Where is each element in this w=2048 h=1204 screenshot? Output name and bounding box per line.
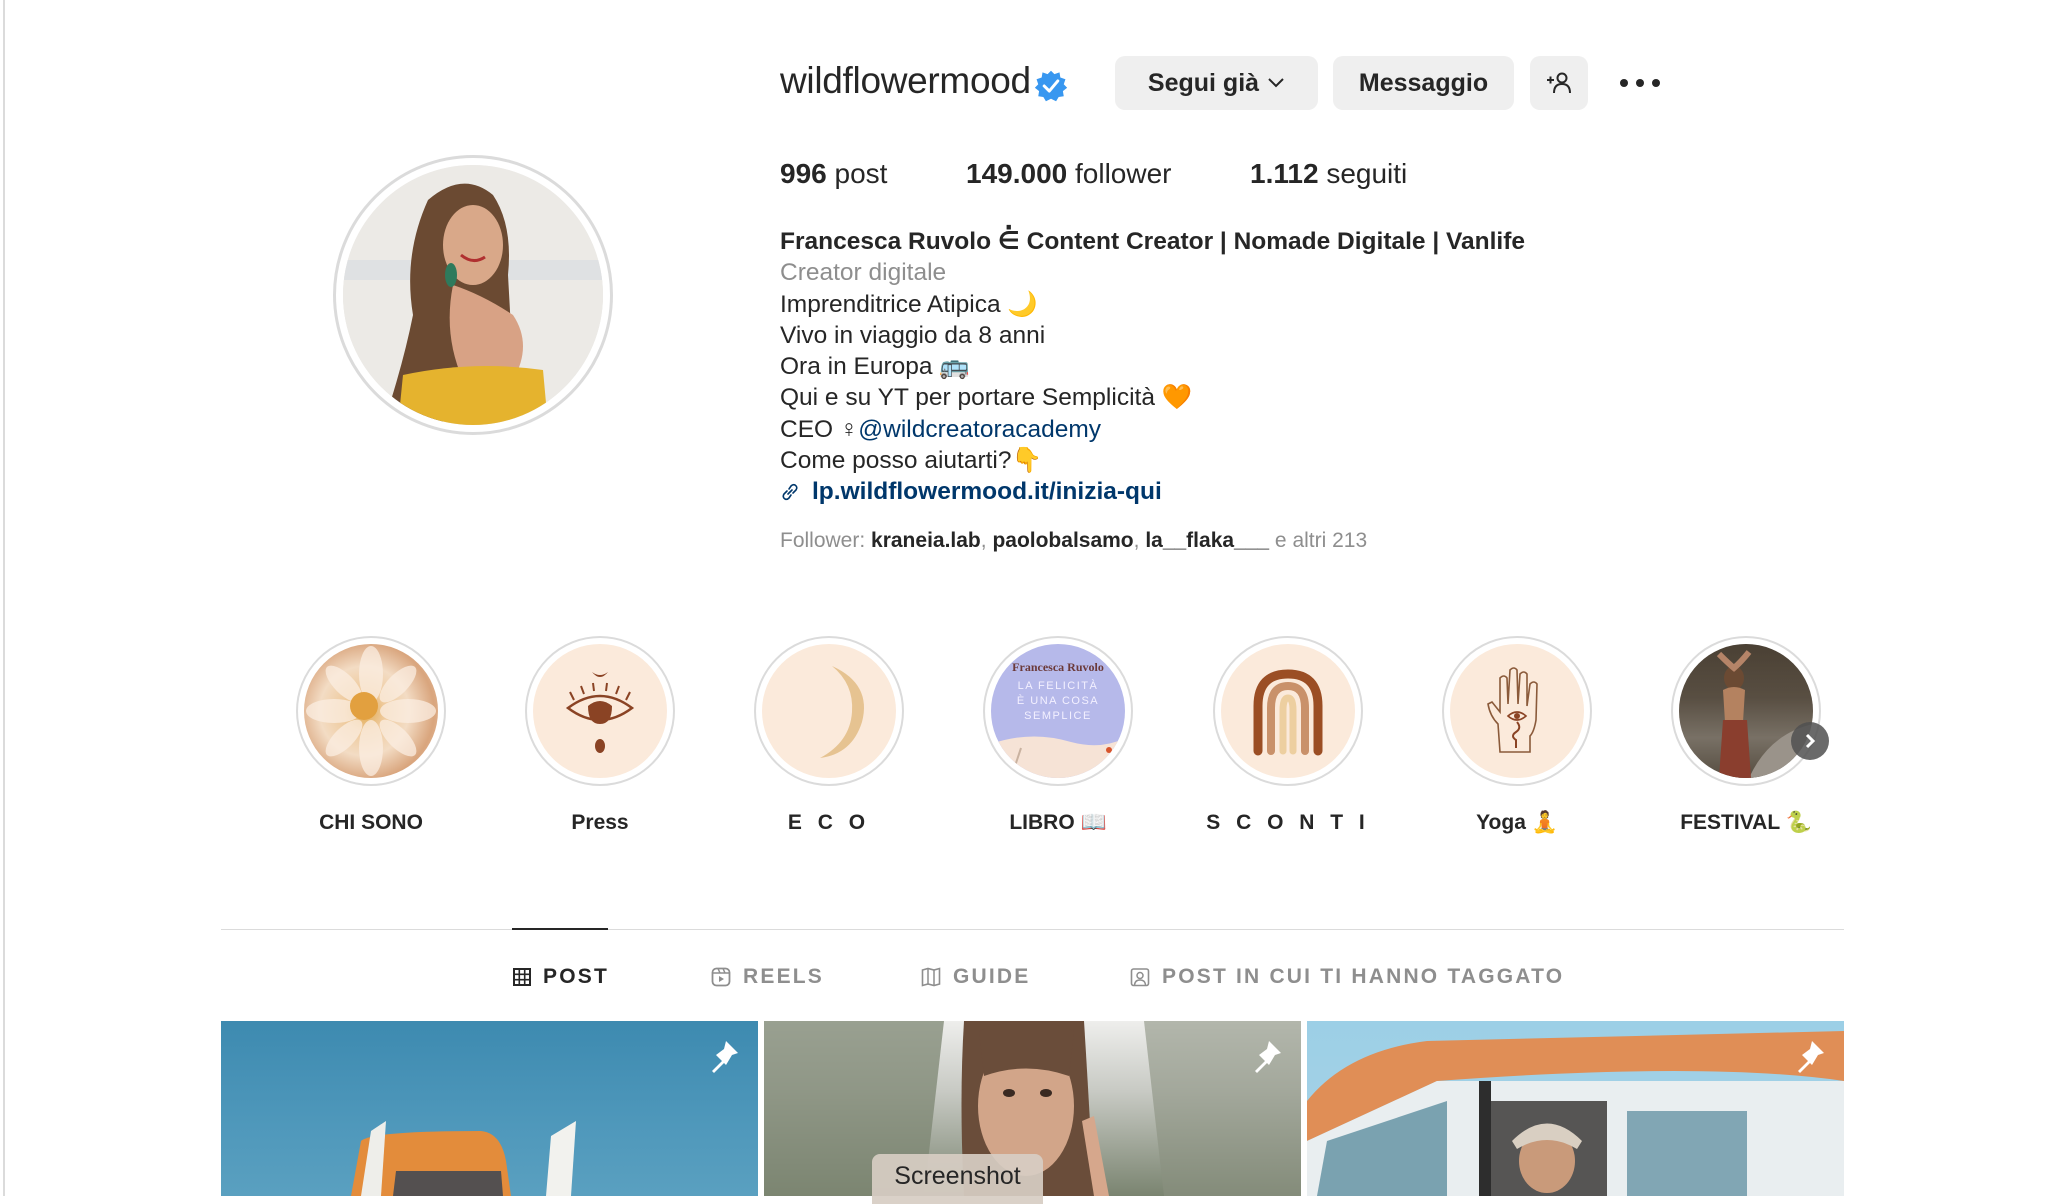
posts-count-value: 996 bbox=[780, 158, 827, 189]
message-label: Messaggio bbox=[1358, 68, 1489, 97]
post-tile[interactable] bbox=[221, 1021, 758, 1196]
highlight-label: FESTIVAL 🐍 bbox=[1680, 811, 1812, 834]
dot bbox=[1652, 79, 1660, 87]
tab-label: GUIDE bbox=[953, 965, 1031, 988]
highlights-next-button[interactable] bbox=[1791, 722, 1829, 760]
window-edge bbox=[3, 0, 5, 1196]
book-cover-title: LA FELICITÀ È UNA COSA SEMPLICE bbox=[1016, 680, 1100, 722]
category: Creator digitale bbox=[780, 259, 947, 287]
guide-icon bbox=[921, 967, 941, 987]
external-link[interactable]: lp.wildflowermood.it/inizia-qui bbox=[812, 476, 1162, 507]
followers-count-label: follower bbox=[1075, 158, 1172, 189]
follower-user[interactable]: la__flaka___ bbox=[1145, 529, 1269, 552]
highlight-label: LIBRO 📖 bbox=[1009, 811, 1107, 834]
bio-line: Imprenditrice Atipica 🌙 bbox=[780, 290, 1038, 318]
post-image bbox=[351, 1121, 576, 1196]
hamsa-hand-icon bbox=[1487, 667, 1538, 753]
tab-label: POST bbox=[543, 965, 609, 988]
followed-by-suffix: e altri 213 bbox=[1269, 529, 1368, 552]
highlight-eco[interactable]: E C O bbox=[729, 636, 929, 835]
festival-photo bbox=[1679, 644, 1813, 778]
bio-line: Qui e su YT per portare Semplicità 🧡 bbox=[780, 384, 1193, 412]
grid-icon bbox=[513, 968, 531, 986]
highlight-libro[interactable]: Francesca Ruvolo LA FELICITÀ È UNA COSA … bbox=[958, 636, 1158, 835]
more-options-button[interactable] bbox=[1620, 70, 1660, 96]
tab-tagged[interactable]: POST IN CUI TI HANNO TAGGATO bbox=[1130, 962, 1564, 992]
following-label: Segui già bbox=[1147, 68, 1260, 97]
posts-count: 996 post bbox=[780, 158, 887, 190]
add-person-icon bbox=[1547, 72, 1571, 94]
post-tile[interactable] bbox=[1307, 1021, 1844, 1196]
following-link[interactable]: 1.112 seguiti bbox=[1250, 158, 1407, 190]
bio: Francesca Ruvolo ⋵ Content Creator | Nom… bbox=[780, 226, 1525, 508]
active-tab-indicator bbox=[512, 928, 608, 930]
follower-user[interactable]: kraneia.lab bbox=[871, 529, 981, 552]
tab-post[interactable]: POST bbox=[513, 962, 609, 992]
pinned-icon bbox=[1798, 1041, 1824, 1073]
highlight-press[interactable]: Press bbox=[500, 636, 700, 835]
followers-link[interactable]: 149.000 follower bbox=[966, 158, 1171, 190]
tabs-divider bbox=[221, 929, 1844, 930]
highlight-label: E C O bbox=[787, 811, 871, 834]
full-name: Francesca Ruvolo ⋵ Content Creator | Nom… bbox=[780, 228, 1525, 255]
tagged-icon bbox=[1130, 968, 1150, 987]
tab-guide[interactable]: GUIDE bbox=[921, 962, 1031, 992]
tab-label: REELS bbox=[743, 965, 825, 988]
book-cover-author: Francesca Ruvolo bbox=[1012, 660, 1104, 674]
highlight-label: Press bbox=[571, 811, 629, 834]
tab-label: POST IN CUI TI HANNO TAGGATO bbox=[1162, 965, 1565, 988]
highlight-label: CHI SONO bbox=[319, 811, 423, 834]
chevron-down-icon bbox=[1268, 78, 1284, 88]
post-image bbox=[1307, 1031, 1844, 1196]
highlight-label: Yoga 🧘 bbox=[1476, 811, 1558, 834]
external-link-row[interactable]: lp.wildflowermood.it/inizia-qui bbox=[780, 476, 1525, 507]
ceo-prefix: CEO ♀ bbox=[780, 415, 859, 443]
suggest-accounts-button[interactable] bbox=[1530, 56, 1588, 110]
highlight-sconti[interactable]: S C O N T I bbox=[1188, 636, 1388, 835]
followed-by[interactable]: Follower: kraneia.lab, paolobalsamo, la_… bbox=[780, 529, 1367, 553]
avatar-photo bbox=[343, 165, 603, 425]
highlight-label: S C O N T I bbox=[1206, 811, 1370, 834]
followed-by-prefix: Follower: bbox=[780, 529, 872, 552]
verified-badge-icon bbox=[1034, 70, 1068, 102]
bio-line: Vivo in viaggio da 8 anni bbox=[780, 321, 1046, 349]
link-icon bbox=[782, 483, 798, 501]
chevron-right-icon bbox=[1805, 733, 1816, 749]
message-button[interactable]: Messaggio bbox=[1333, 56, 1514, 110]
profile-avatar[interactable] bbox=[333, 155, 613, 435]
posts-count-label: post bbox=[834, 158, 888, 189]
screenshot-tooltip: Screenshot bbox=[872, 1154, 1043, 1204]
highlight-yoga[interactable]: Yoga 🧘 bbox=[1417, 636, 1617, 835]
following-dropdown-button[interactable]: Segui già bbox=[1115, 56, 1318, 110]
rainbow-icon bbox=[1253, 669, 1323, 756]
reels-icon bbox=[711, 967, 731, 987]
dot bbox=[1620, 79, 1628, 87]
book-cover-image bbox=[991, 736, 1125, 778]
bio-line: Come posso aiutarti?👇 bbox=[780, 447, 1043, 475]
following-count-value: 1.112 bbox=[1250, 158, 1319, 189]
follower-user[interactable]: paolobalsamo bbox=[992, 529, 1133, 552]
avatar-illustration bbox=[343, 165, 603, 425]
bio-line: Ora in Europa 🚌 bbox=[780, 353, 970, 381]
tab-reels[interactable]: REELS bbox=[711, 962, 824, 992]
pinned-icon bbox=[712, 1041, 738, 1073]
followers-count-value: 149.000 bbox=[966, 158, 1068, 189]
moon-icon bbox=[820, 666, 864, 758]
dot bbox=[1636, 79, 1644, 87]
eye-icon bbox=[565, 672, 635, 753]
flower-image bbox=[306, 646, 436, 776]
mention-link[interactable]: @wildcreatoracademy bbox=[858, 416, 1101, 443]
following-count-label: seguiti bbox=[1326, 158, 1408, 189]
highlight-chi-sono[interactable]: CHI SONO bbox=[271, 636, 471, 835]
username: wildflowermood bbox=[780, 60, 1031, 101]
bio-line-ceo: CEO ♀@wildcreatoracademy bbox=[780, 414, 1525, 445]
pinned-icon bbox=[1255, 1041, 1281, 1073]
